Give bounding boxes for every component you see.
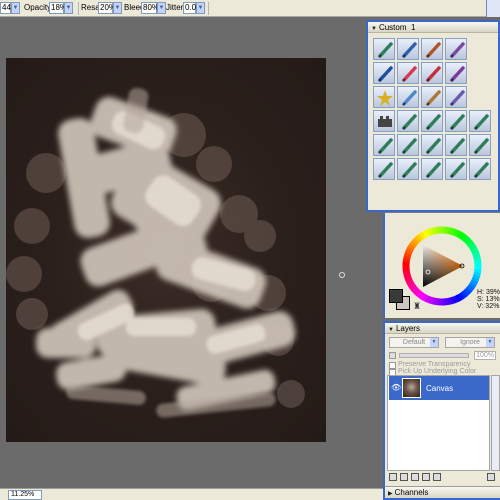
brush-panel-title[interactable]: ▼ Custom 1 — [368, 22, 498, 33]
layer-scrollbar[interactable] — [491, 375, 500, 471]
opacity-slider[interactable] — [399, 353, 469, 358]
brush-pencil-icon[interactable] — [421, 158, 443, 180]
new-layer-icon[interactable] — [433, 473, 441, 481]
brush-pastel-icon[interactable] — [445, 86, 467, 108]
brush-oil-brush-icon[interactable] — [421, 38, 443, 60]
channels-title: Channels — [394, 488, 429, 497]
chevron-down-icon: ▼ — [430, 338, 438, 347]
brush-pencil-icon[interactable] — [421, 134, 443, 156]
brush-brush-icon[interactable] — [445, 38, 467, 60]
bleed-spinner[interactable]: ▼ — [157, 2, 166, 14]
color-swatches[interactable] — [389, 289, 413, 313]
hsv-readout: H: 39% S: 13% V: 32% — [477, 289, 500, 310]
painting-strokes — [6, 87, 305, 418]
new-layer-mask-icon[interactable] — [422, 473, 430, 481]
painting-canvas[interactable] — [6, 58, 326, 442]
brush-pencil-icon[interactable] — [373, 134, 395, 156]
main-color-swatch[interactable] — [389, 289, 403, 303]
clone-color-icon[interactable]: ♜ — [413, 301, 421, 312]
layers-title-text: Layers — [395, 324, 420, 333]
composite-depth-dropdown[interactable]: Ignore ▼ — [445, 337, 495, 348]
expand-triangle-icon[interactable]: ▶ — [388, 489, 393, 500]
brush-pencil-icon[interactable] — [445, 110, 467, 132]
brush-eraser-icon[interactable] — [397, 62, 419, 84]
status-bar: 11.25% — [0, 488, 383, 500]
layer-toolbar — [387, 473, 499, 483]
lock-layer-icon[interactable] — [389, 352, 396, 359]
brush-pen-icon[interactable] — [373, 62, 395, 84]
brush-pencil-icon[interactable] — [397, 134, 419, 156]
brush-pencil-icon[interactable] — [469, 110, 491, 132]
group-layers-icon[interactable] — [411, 473, 419, 481]
brush-set-number: 1 — [410, 23, 416, 32]
preserve-transparency-checkbox[interactable] — [389, 362, 396, 369]
brush-pencil-icon[interactable] — [397, 110, 419, 132]
jitter-field[interactable]: 0.00 — [183, 2, 201, 14]
brush-pencil-icon[interactable] — [373, 38, 395, 60]
brush-pencil-icon[interactable] — [469, 158, 491, 180]
layer-opacity-field[interactable]: 100% — [474, 351, 496, 360]
brush-pencil-icon[interactable] — [445, 134, 467, 156]
color-panel: ♜ H: 39% S: 13% V: 32% — [383, 212, 500, 318]
brush-palette-knife-icon[interactable] — [445, 62, 467, 84]
separator — [208, 2, 209, 15]
resat-field[interactable]: 20% — [98, 2, 116, 14]
brush-star-icon[interactable] — [373, 86, 395, 108]
brush-library-name: Custom — [378, 23, 407, 32]
brush-size-spinner[interactable]: ▼ — [11, 2, 20, 14]
saturation-value: S: 13% — [477, 296, 500, 303]
property-bar: 44.4 ▼ Opacity: 18% ▼ Resat: 20% ▼ Bleed… — [0, 0, 500, 17]
layer-row-canvas[interactable]: 👁 Canvas — [389, 376, 489, 400]
resat-spinner[interactable]: ▼ — [113, 2, 122, 14]
brush-pencil-icon[interactable] — [373, 158, 395, 180]
collapse-triangle-icon[interactable]: ▼ — [371, 24, 377, 35]
zoom-field[interactable]: 11.25% — [8, 490, 42, 500]
collapse-triangle-icon[interactable]: ▼ — [388, 325, 394, 336]
composite-method-value: Default — [402, 339, 426, 346]
separator — [78, 2, 79, 15]
opacity-field[interactable]: 18% — [49, 2, 67, 14]
channels-panel-bar[interactable]: ▶ Channels — [385, 486, 500, 498]
layer-name: Canvas — [426, 384, 454, 393]
bleed-field[interactable]: 80% — [141, 2, 159, 14]
chevron-down-icon: ▼ — [486, 338, 494, 347]
composite-method-dropdown[interactable]: Default ▼ — [389, 337, 439, 348]
layer-thumbnail — [402, 378, 421, 398]
layer-commands-icon[interactable] — [389, 473, 397, 481]
jitter-spinner[interactable]: ▼ — [196, 2, 205, 14]
brush-pencil-icon[interactable] — [445, 158, 467, 180]
brush-pencil-icon[interactable] — [469, 134, 491, 156]
brush-marker-icon[interactable] — [397, 38, 419, 60]
layers-panel-title[interactable]: ▼ Layers — [385, 323, 500, 334]
eye-icon[interactable]: 👁 — [391, 383, 401, 392]
composite-depth-value: Ignore — [460, 339, 480, 346]
opacity-spinner[interactable]: ▼ — [64, 2, 73, 14]
color-wheel[interactable] — [401, 225, 483, 307]
value-value: V: 32% — [477, 303, 500, 310]
brush-eraser-red-icon[interactable] — [421, 62, 443, 84]
brush-pencil-icon[interactable] — [421, 110, 443, 132]
dynamic-plugins-icon[interactable] — [400, 473, 408, 481]
brush-grain-icon[interactable] — [373, 110, 395, 132]
brush-size-field[interactable]: 44.4 — [0, 2, 18, 14]
trash-icon[interactable] — [487, 473, 495, 481]
layers-panel: ▼ Layers Default ▼ Ignore ▼ 100% Preserve T… — [383, 321, 500, 500]
brush-pencil-icon[interactable] — [397, 158, 419, 180]
brush-stick-icon[interactable] — [421, 86, 443, 108]
hue-value: H: 39% — [477, 289, 500, 296]
brush-cursor — [339, 272, 345, 278]
brush-blender-icon[interactable] — [397, 86, 419, 108]
brush-selector-panel: ▼ Custom 1 — [366, 20, 500, 212]
toolbox-edge[interactable] — [486, 0, 500, 17]
